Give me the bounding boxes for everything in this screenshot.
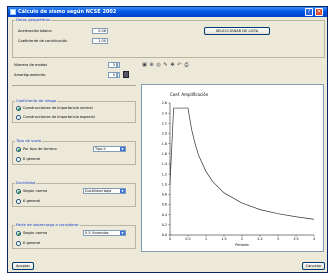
radio-ductility-k-general[interactable] xyxy=(16,199,21,204)
geo-group-title: Datos geográficos xyxy=(15,17,52,22)
overload-norm-label: Según norma xyxy=(23,231,48,235)
ductility-value: Ductilidad baja xyxy=(85,189,112,193)
x-tick-label: 1 xyxy=(205,237,207,241)
ductility-norm-label: Según norma xyxy=(23,189,48,193)
calculator-icon[interactable] xyxy=(123,71,129,78)
radio-normal-importance[interactable] xyxy=(16,106,21,111)
y-tick-label: 0.0 xyxy=(162,233,167,237)
close-button[interactable]: × xyxy=(315,8,323,16)
x-tick-label: 3 xyxy=(277,237,279,241)
soil-group xyxy=(12,141,136,165)
zoom-window-icon[interactable]: ◎ xyxy=(156,63,161,68)
print-icon[interactable]: ⎙ xyxy=(184,63,189,68)
ductility-k-general-label: K general xyxy=(23,199,41,203)
x-tick-label: 0 xyxy=(169,237,171,241)
chart-panel: Coef. Amplificación 2.6 2.4 2.2 2.0 1.8 1.6 1.4… xyxy=(141,84,324,252)
ductility-select[interactable]: Ductilidad baja ▼ xyxy=(83,188,126,194)
basic-accel-input[interactable]: 0.06 xyxy=(92,28,108,34)
radio-overload-k-general[interactable] xyxy=(16,241,21,246)
y-tick-label: 1.0 xyxy=(162,182,167,186)
y-tick-label: 0.2 xyxy=(162,223,167,227)
chart-title: Coef. Amplificación xyxy=(170,92,209,97)
x-tick-label: 4 xyxy=(313,237,315,241)
normal-importance-label: Construcciones de importancia normal xyxy=(23,106,93,110)
y-tick-label: 2.6 xyxy=(162,101,167,105)
overload-k-general-label: K general xyxy=(23,241,41,245)
chevron-down-icon: ▼ xyxy=(120,231,125,235)
y-tick-label: 0.4 xyxy=(162,213,167,217)
overload-select[interactable]: 0.5 Viviendas ▼ xyxy=(83,230,126,236)
x-tick-label: 2 xyxy=(241,237,243,241)
zoom-icon[interactable]: ⊕ xyxy=(149,63,154,68)
radio-soil-by-terrain[interactable] xyxy=(16,147,21,152)
basic-accel-label: Aceleración básica xyxy=(18,29,52,33)
soil-by-terrain-label: Por tipo de terreno xyxy=(23,147,57,151)
y-tick-label: 1.6 xyxy=(162,152,167,156)
modes-label: Número de modos xyxy=(14,63,48,67)
x-tick-label: 0.5 xyxy=(185,237,190,241)
amplification-chart: Coef. Amplificación2.6 2.4 2.2 2.0 1.8 1.6 1.4… xyxy=(162,92,315,247)
damping-label: Amortiguamiento xyxy=(14,73,46,77)
pencil-icon[interactable]: ✎ xyxy=(163,63,168,68)
x-axis-label: Periodo xyxy=(235,243,248,247)
contrib-coef-label: Coeficiente de contribución xyxy=(18,39,68,43)
x-tick-label: 2.5 xyxy=(257,237,262,241)
radio-special-importance[interactable] xyxy=(16,115,21,120)
chevron-down-icon: ▼ xyxy=(120,189,125,193)
radio-overload-norm[interactable] xyxy=(16,231,21,236)
ductility-group-title: Ductilidad xyxy=(15,180,37,185)
ductility-group xyxy=(12,183,136,207)
series-line xyxy=(169,107,315,220)
save-icon[interactable]: ▣ xyxy=(142,63,147,68)
special-importance-label: Construcciones de importancia especial xyxy=(23,115,95,119)
damping-stepper[interactable] xyxy=(117,72,120,78)
overload-group-title: Parte de sobrecarga a considerar xyxy=(15,222,80,227)
window-title: Cálculo de sismo según NCSE 2002 xyxy=(18,9,117,15)
risk-group xyxy=(12,101,136,123)
overload-value: 0.5 Viviendas xyxy=(85,231,109,235)
y-tick-label: 2.0 xyxy=(162,132,167,136)
app-icon xyxy=(10,9,16,15)
modes-stepper[interactable] xyxy=(117,62,120,68)
damping-input[interactable]: 5 xyxy=(108,72,117,78)
y-tick-label: 1.4 xyxy=(162,162,167,166)
risk-group-title: Coeficiente de riesgo xyxy=(15,98,58,103)
soil-k-general-label: K general xyxy=(23,157,41,161)
y-tick-label: 2.2 xyxy=(162,122,167,126)
y-tick-label: 1.2 xyxy=(162,172,167,176)
x-tick-label: 1.5 xyxy=(221,237,226,241)
title-bar[interactable]: Cálculo de sismo según NCSE 2002 ? × xyxy=(8,7,327,17)
modes-input[interactable]: 3 xyxy=(108,62,117,68)
select-from-list-button[interactable]: SELECCIONAR DE LISTA xyxy=(204,27,270,35)
chevron-down-icon: ▼ xyxy=(120,147,125,151)
y-tick-label: 0.6 xyxy=(162,203,167,207)
accept-button[interactable]: Aceptar xyxy=(12,262,34,270)
undo-icon[interactable]: ↶ xyxy=(177,63,182,68)
pan-icon[interactable]: ✥ xyxy=(170,63,175,68)
dialog-window: Cálculo de sismo según NCSE 2002 ? × Dat… xyxy=(7,6,328,273)
y-tick-label: 1.8 xyxy=(162,142,167,146)
x-tick-label: 3.5 xyxy=(293,237,298,241)
soil-type-value: Tipo II xyxy=(95,147,106,151)
overload-group xyxy=(12,225,136,249)
soil-group-title: Tipo de suelo xyxy=(15,138,43,143)
separator xyxy=(12,85,136,86)
help-button[interactable]: ? xyxy=(305,8,313,16)
soil-type-select[interactable]: Tipo II ▼ xyxy=(93,146,126,152)
y-tick-label: 0.8 xyxy=(162,193,167,197)
contrib-coef-input[interactable]: 1.00 xyxy=(92,38,108,44)
radio-soil-k-general[interactable] xyxy=(16,157,21,162)
cancel-button[interactable]: Cancelar xyxy=(302,262,325,270)
y-tick-label: 2.4 xyxy=(162,111,167,115)
radio-ductility-norm[interactable] xyxy=(16,189,21,194)
